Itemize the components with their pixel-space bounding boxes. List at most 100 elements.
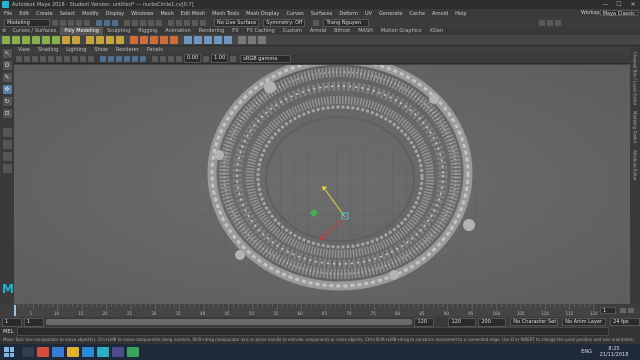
shelf-tab-sculpting[interactable]: Sculpting [103, 27, 134, 35]
current-frame-field[interactable]: 1 [600, 307, 616, 314]
minimize-button[interactable]: — [598, 0, 612, 9]
select-component-icon[interactable] [112, 19, 118, 26]
mirror-icon[interactable] [224, 36, 232, 44]
shelf-tab-bifrost[interactable]: Bifrost [330, 27, 354, 35]
color-management-icon[interactable] [230, 55, 237, 62]
rotate-tool-icon[interactable]: ↻ [2, 97, 12, 106]
resolution-gate-icon[interactable] [64, 55, 70, 62]
shelf-settings-icon[interactable]: ⚙ [0, 27, 8, 35]
maya-taskbar-icon[interactable] [97, 347, 109, 357]
taskbar-app-1-icon[interactable] [37, 347, 49, 357]
hypershade-icon[interactable] [200, 19, 206, 26]
shelf-tab-rendering[interactable]: Rendering [195, 27, 229, 35]
mode-dropdown[interactable]: Modeling [4, 18, 50, 27]
bridge-icon[interactable] [140, 36, 148, 44]
select-hierarchy-icon[interactable] [96, 19, 102, 26]
snap-point-icon[interactable] [140, 19, 146, 26]
menu-modify[interactable]: Modify [82, 11, 99, 17]
poly-cube-icon[interactable] [12, 36, 20, 44]
file-explorer-icon[interactable] [67, 347, 79, 357]
poly-torus-icon[interactable] [42, 36, 50, 44]
make-live-icon[interactable] [156, 19, 162, 26]
paint-select-icon[interactable]: ✎ [2, 73, 12, 82]
boolean-icon[interactable] [116, 36, 124, 44]
open-scene-icon[interactable] [60, 19, 66, 26]
redo-icon[interactable] [84, 19, 90, 26]
taskbar-app-3-icon[interactable] [82, 347, 94, 357]
menu-help[interactable]: Help [455, 11, 466, 17]
task-view-icon[interactable] [22, 347, 34, 357]
mel-label[interactable]: MEL [3, 329, 13, 335]
workspace-dropdown[interactable]: Maya Classic [599, 10, 638, 17]
channel-box-toggle-icon[interactable] [547, 19, 554, 26]
select-tool-icon[interactable]: ↖ [2, 49, 12, 58]
attribute-editor-toggle-icon[interactable] [555, 19, 562, 26]
menu-create[interactable]: Create [36, 11, 53, 17]
lasso-tool-icon[interactable]: ʘ [2, 61, 12, 70]
history-icon[interactable] [168, 19, 174, 26]
animation-end-field[interactable]: 200 [478, 317, 507, 327]
render-frame-icon[interactable] [176, 19, 182, 26]
scale-tool-icon[interactable]: ⊡ [2, 109, 12, 118]
shelf-tab-curves-surfaces[interactable]: Curves / Surfaces [8, 27, 60, 35]
language-indicator[interactable]: ENG [581, 349, 592, 355]
menu-file[interactable]: File [4, 11, 12, 17]
single-perspective-layout-icon[interactable] [2, 128, 12, 137]
poly-cone-icon[interactable] [32, 36, 40, 44]
append-polygon-icon[interactable] [160, 36, 168, 44]
view-transform-dropdown[interactable]: sRGB gamma [240, 54, 292, 63]
extrude-icon[interactable] [130, 36, 138, 44]
graph-editor-layout-icon[interactable] [2, 164, 12, 173]
menu-select[interactable]: Select [60, 11, 75, 17]
move-tool-icon[interactable]: ✥ [2, 85, 12, 94]
outliner-layout-icon[interactable] [2, 152, 12, 161]
connect-icon[interactable] [204, 36, 212, 44]
ipr-render-icon[interactable] [184, 19, 190, 26]
menu-cache[interactable]: Cache [409, 11, 425, 17]
wireframe-icon[interactable] [100, 55, 106, 62]
range-slider-bar[interactable] [45, 319, 413, 325]
automatic-map-icon[interactable] [258, 36, 266, 44]
xray-icon[interactable] [160, 55, 166, 62]
time-slider[interactable]: 5 10 15 20 25 30 35 40 45 50 55 60 65 70 75 80 85 90 95 100… [0, 304, 640, 317]
smooth-icon[interactable] [106, 36, 114, 44]
menu-mesh[interactable]: Mesh [160, 11, 173, 17]
menu-edit-mesh[interactable]: Edit Mesh [181, 11, 205, 17]
multi-cut-icon[interactable] [184, 36, 192, 44]
viewport-menu-shading[interactable]: Shading [34, 46, 62, 54]
save-scene-icon[interactable] [68, 19, 74, 26]
film-gate-icon[interactable] [56, 55, 62, 62]
combine-icon[interactable] [86, 36, 94, 44]
viewport-menu-panels[interactable]: Panels [143, 46, 167, 54]
anim-layer-dropdown[interactable]: No Anim Layer [562, 318, 607, 326]
camera-select-icon[interactable] [16, 55, 22, 62]
playback-back-icon[interactable] [620, 308, 626, 313]
menu-deform[interactable]: Deform [339, 11, 358, 17]
shadows-icon[interactable] [140, 55, 146, 62]
shelf-tab-fx[interactable]: FX [228, 27, 242, 35]
select-object-icon[interactable] [104, 19, 110, 26]
poly-disc-icon[interactable] [62, 36, 70, 44]
render-settings-icon[interactable] [192, 19, 198, 26]
menu-mesh-tools[interactable]: Mesh Tools [212, 11, 239, 17]
viewport-menu-renderer[interactable]: Renderer [112, 46, 143, 54]
image-plane-icon[interactable] [40, 55, 46, 62]
separate-icon[interactable] [96, 36, 104, 44]
viewport-menu-show[interactable]: Show [90, 46, 112, 54]
shelf-tab-arnold[interactable]: Arnold [306, 27, 330, 35]
quad-draw-icon[interactable] [214, 36, 222, 44]
live-surface-field[interactable]: No Live Surface [214, 18, 260, 27]
viewport-menu-lighting[interactable]: Lighting [62, 46, 90, 54]
modeling-toolkit-tab[interactable]: Modeling Toolkit [633, 111, 638, 143]
taskbar-app-5-icon[interactable] [127, 347, 139, 357]
taskbar-app-4-icon[interactable] [112, 347, 124, 357]
poly-sphere-icon[interactable] [2, 36, 10, 44]
menu-generate[interactable]: Generate [379, 11, 402, 17]
menu-windows[interactable]: Windows [131, 11, 153, 17]
menu-display[interactable]: Display [106, 11, 124, 17]
shelf-tab-poly-modeling[interactable]: Poly Modeling [60, 27, 103, 35]
undo-icon[interactable] [76, 19, 82, 26]
snap-view-plane-icon[interactable] [148, 19, 154, 26]
menu-edit[interactable]: Edit [19, 11, 29, 17]
shelf-tab-custom[interactable]: Custom [279, 27, 306, 35]
